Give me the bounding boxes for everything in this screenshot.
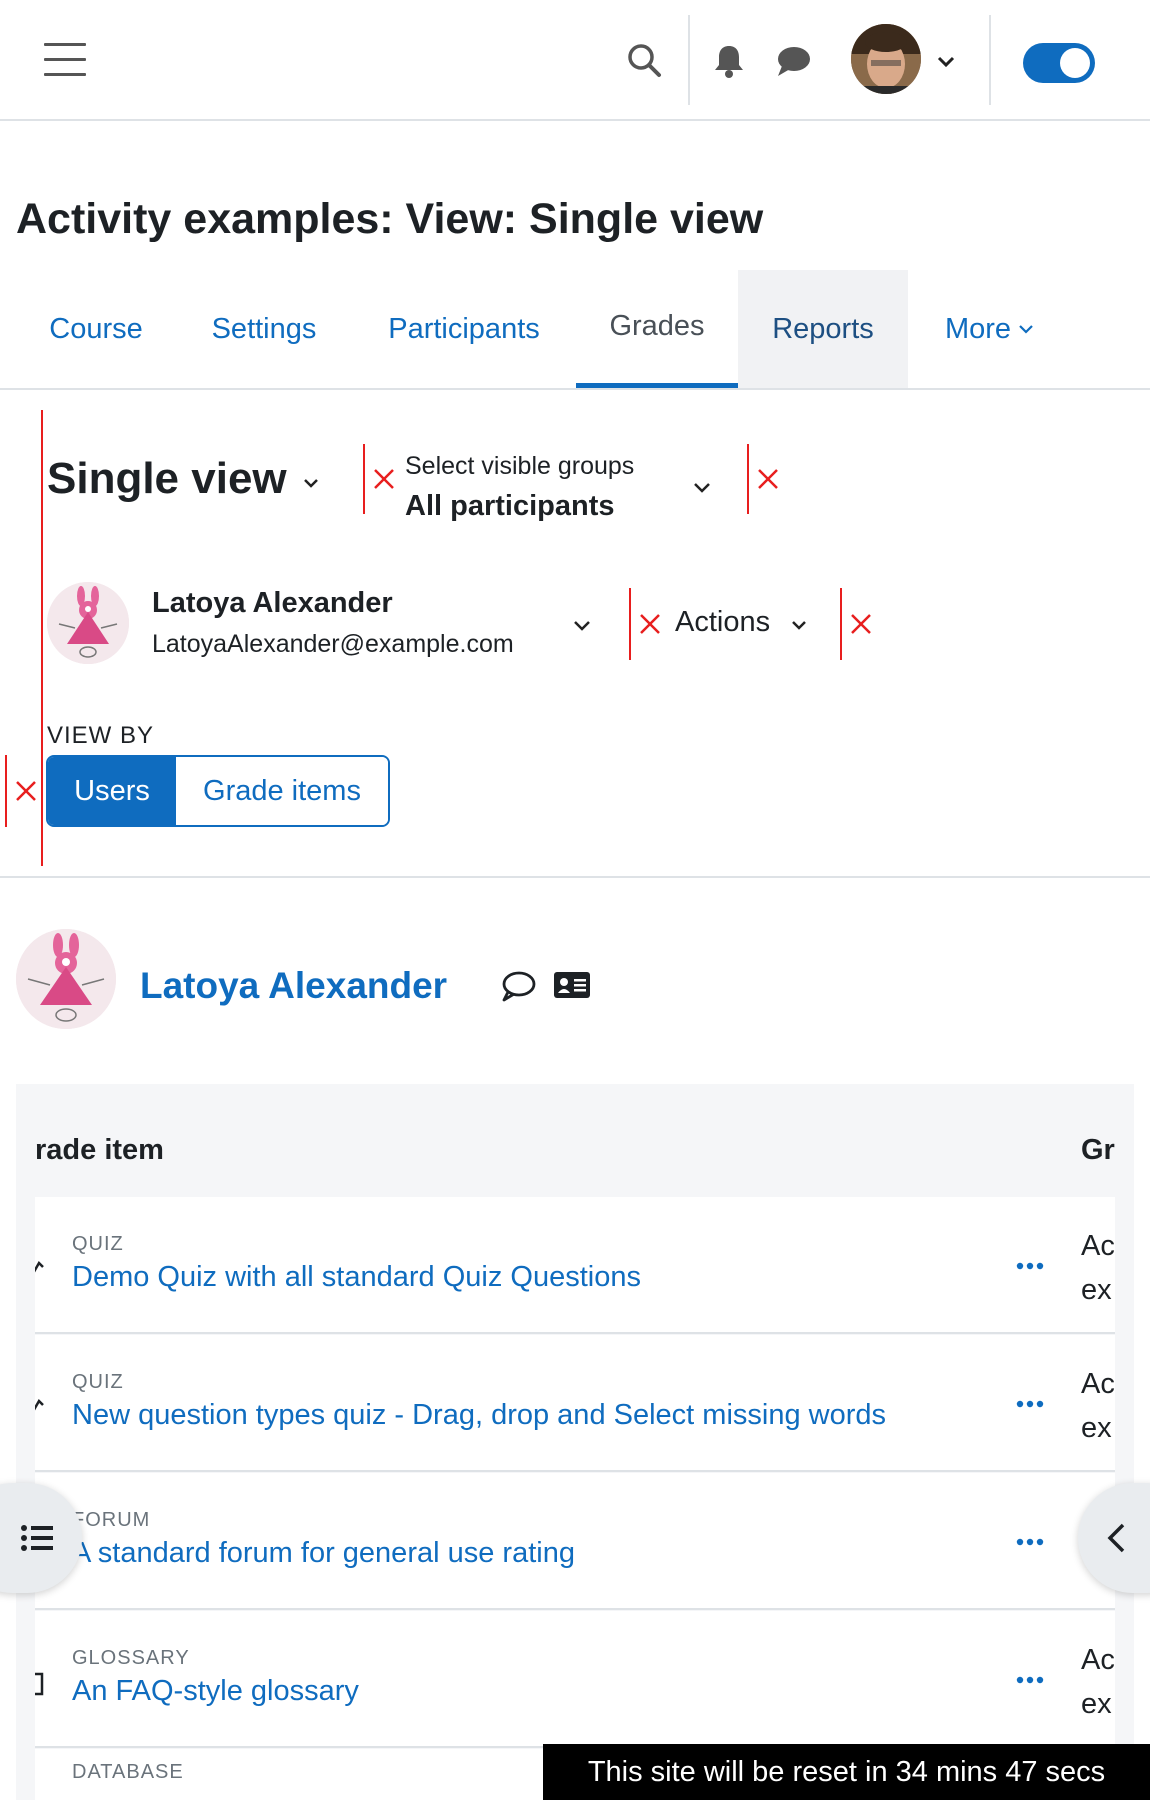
edit-mode-toggle[interactable] xyxy=(1023,43,1095,83)
grade-item-link[interactable]: A standard forum for general use rating xyxy=(72,1537,575,1570)
secondary-navigation: Course Settings Participants Grades Repo… xyxy=(0,270,1150,390)
user-avatar[interactable] xyxy=(16,929,116,1029)
view-by-grade-items-button[interactable]: Grade items xyxy=(176,757,388,825)
debug-outline xyxy=(747,444,749,514)
user-profile-link[interactable]: Latoya Alexander xyxy=(140,965,447,1007)
table-row: QUIZ New question types quiz - Drag, dro… xyxy=(35,1335,1115,1472)
top-navbar xyxy=(0,0,1150,121)
user-avatar[interactable] xyxy=(851,24,921,94)
report-selector[interactable]: Single view xyxy=(47,454,287,504)
grade-cell: Ac ex xyxy=(1081,1644,1115,1720)
close-icon xyxy=(758,469,778,489)
module-type: FORUM xyxy=(72,1509,151,1531)
debug-outline xyxy=(5,755,7,827)
user-avatar xyxy=(47,582,129,664)
hamburger-icon[interactable] xyxy=(44,43,86,77)
navbar-divider xyxy=(688,15,690,105)
more-options-icon[interactable] xyxy=(1015,1537,1045,1547)
debug-outline xyxy=(363,444,365,514)
more-options-icon[interactable] xyxy=(1015,1399,1045,1409)
grade-cell: Ac ex xyxy=(1081,1230,1115,1306)
navbar-divider xyxy=(989,15,991,105)
table-row: FORUM A standard forum for general use r… xyxy=(35,1473,1115,1610)
chevron-left-icon xyxy=(1107,1523,1125,1553)
glossary-icon xyxy=(35,1672,44,1696)
actions-dropdown[interactable]: Actions xyxy=(675,606,770,639)
chat-icon[interactable] xyxy=(774,42,812,80)
chevron-down-icon xyxy=(1019,325,1033,334)
chevron-down-icon[interactable] xyxy=(300,472,322,494)
grade-cell: Ac ex xyxy=(1081,1368,1115,1444)
tab-settings[interactable]: Settings xyxy=(176,270,352,388)
view-by-users-button[interactable]: Users xyxy=(48,757,176,825)
view-by-label: VIEW BY xyxy=(47,722,155,749)
grade-item-link[interactable]: Demo Quiz with all standard Quiz Questio… xyxy=(72,1261,641,1294)
table-row: QUIZ Demo Quiz with all standard Quiz Qu… xyxy=(35,1197,1115,1334)
module-type: DATABASE xyxy=(72,1761,184,1783)
group-selector-value[interactable]: All participants xyxy=(405,490,615,523)
tertiary-navigation: Single view Select visible groups All pa… xyxy=(0,392,1150,878)
debug-outline xyxy=(629,588,631,660)
module-type: GLOSSARY xyxy=(72,1647,190,1669)
module-type: QUIZ xyxy=(72,1233,124,1255)
chevron-down-icon[interactable] xyxy=(935,50,957,72)
debug-outline xyxy=(840,588,842,660)
module-type: QUIZ xyxy=(72,1371,124,1393)
table-row: GLOSSARY An FAQ-style glossary xyxy=(35,1611,1115,1748)
tab-more[interactable]: More xyxy=(920,270,1060,388)
site-reset-banner: This site will be reset in 34 mins 47 se… xyxy=(543,1744,1150,1800)
debug-outline xyxy=(41,410,43,866)
close-icon xyxy=(851,614,871,634)
chevron-down-icon[interactable] xyxy=(690,476,714,498)
contact-card-icon[interactable] xyxy=(553,970,591,1000)
grade-table: rade item Gr QUIZ Demo Quiz with all sta… xyxy=(16,1084,1134,1800)
tab-grades[interactable]: Grades xyxy=(576,270,738,388)
message-icon[interactable] xyxy=(500,970,536,1002)
column-header-grade: Gr xyxy=(1081,1134,1115,1166)
tab-course[interactable]: Course xyxy=(16,270,176,388)
selected-user-email: LatoyaAlexander@example.com xyxy=(152,630,514,658)
column-header-grade-item: rade item xyxy=(35,1134,164,1166)
close-icon xyxy=(640,614,660,634)
view-by-toggle: Users Grade items xyxy=(46,755,390,827)
bell-icon[interactable] xyxy=(710,42,748,80)
chevron-down-icon[interactable] xyxy=(788,614,810,636)
more-options-icon[interactable] xyxy=(1015,1261,1045,1271)
grade-item-link[interactable]: New question types quiz - Drag, drop and… xyxy=(72,1399,886,1432)
more-options-icon[interactable] xyxy=(1015,1675,1045,1685)
list-icon xyxy=(21,1525,53,1551)
close-icon xyxy=(374,469,394,489)
quiz-icon xyxy=(35,1260,44,1273)
tab-reports[interactable]: Reports xyxy=(738,270,908,388)
close-icon xyxy=(16,781,36,801)
group-selector-label: Select visible groups xyxy=(405,452,635,480)
page-title: Activity examples: View: Single view xyxy=(16,195,764,243)
quiz-icon xyxy=(35,1398,44,1411)
chevron-down-icon[interactable] xyxy=(570,614,594,636)
grade-item-link[interactable]: An FAQ-style glossary xyxy=(72,1675,359,1708)
selected-user-name[interactable]: Latoya Alexander xyxy=(152,587,393,620)
search-icon[interactable] xyxy=(626,42,662,78)
tab-participants[interactable]: Participants xyxy=(352,270,576,388)
